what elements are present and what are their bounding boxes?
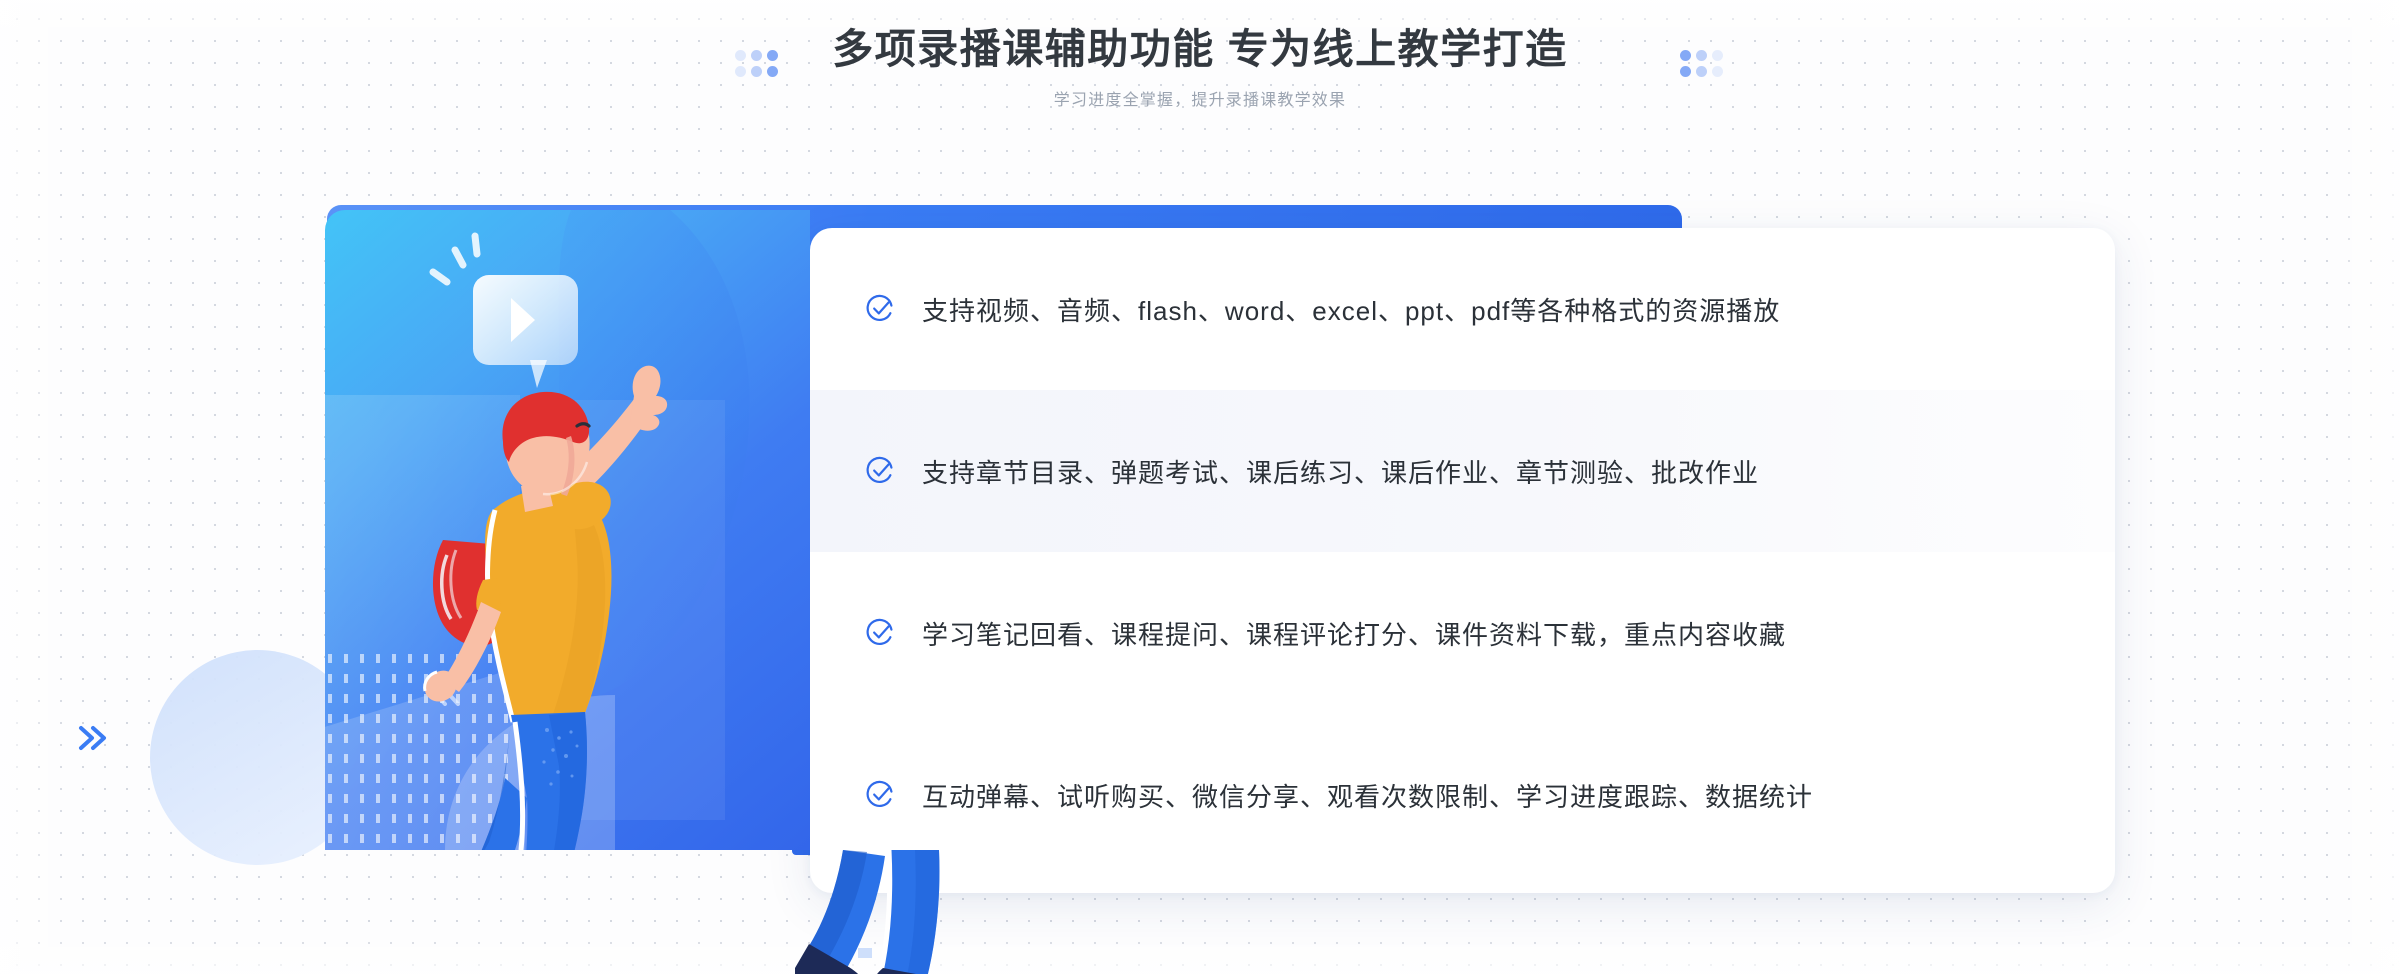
feature-label: 互动弹幕、试听购买、微信分享、观看次数限制、学习进度跟踪、数据统计 xyxy=(922,781,1814,812)
double-chevron-right-icon xyxy=(78,725,112,756)
check-circle-icon xyxy=(865,618,895,648)
check-circle-icon xyxy=(865,780,895,810)
feature-label: 学习笔记回看、课程提问、课程评论打分、课件资料下载，重点内容收藏 xyxy=(922,619,1787,650)
illustration-panel xyxy=(325,210,940,974)
feature-row[interactable]: 支持视频、音频、flash、word、excel、ppt、pdf等各种格式的资源… xyxy=(810,228,2115,390)
page-subtitle: 学习进度全掌握，提升录播课教学效果 xyxy=(1053,92,1347,110)
character-legs xyxy=(795,850,940,974)
header: 多项录播课辅助功能 专为线上教学打造 学习进度全掌握，提升录播课教学效果 xyxy=(0,22,2400,110)
feature-label: 支持章节目录、弹题考试、课后练习、课后作业、章节测验、批改作业 xyxy=(922,457,1760,488)
check-circle-icon xyxy=(865,456,895,486)
page-title: 多项录播课辅助功能 专为线上教学打造 xyxy=(832,26,1568,72)
check-circle-icon xyxy=(865,294,895,324)
feature-label: 支持视频、音频、flash、word、excel、ppt、pdf等各种格式的资源… xyxy=(922,295,1781,326)
feature-row[interactable]: 支持章节目录、弹题考试、课后练习、课后作业、章节测验、批改作业 xyxy=(810,390,2115,552)
features-card: 支持视频、音频、flash、word、excel、ppt、pdf等各种格式的资源… xyxy=(810,228,2115,893)
play-button-bubble-icon xyxy=(429,232,578,388)
feature-row[interactable]: 学习笔记回看、课程提问、课程评论打分、课件资料下载，重点内容收藏 xyxy=(810,552,2115,714)
